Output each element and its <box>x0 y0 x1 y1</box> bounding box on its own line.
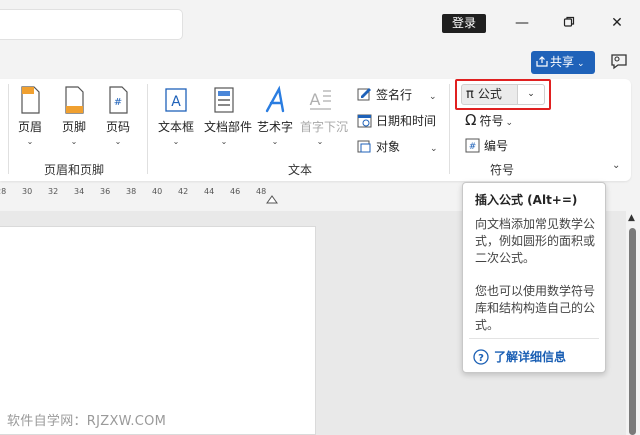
ruler-tick-label: 46 <box>230 187 241 196</box>
share-icon <box>536 56 548 67</box>
omega-icon: Ω <box>465 111 477 129</box>
chevron-down-icon: ⌄ <box>220 137 228 146</box>
quick-parts-button[interactable]: 文档部件 ⌄ <box>204 85 253 147</box>
formula-dropdown-button[interactable]: ⌄ <box>518 84 545 105</box>
ribbon-separator <box>147 84 148 174</box>
chevron-down-icon: ⌄ <box>316 137 324 146</box>
restore-icon[interactable] <box>554 10 584 36</box>
header-label: 页眉 <box>17 120 42 134</box>
page-number-icon: # <box>109 86 128 114</box>
page-number-button[interactable]: # 页码 ⌄ <box>98 85 138 147</box>
login-button[interactable]: 登录 <box>442 14 486 33</box>
scroll-thumb[interactable] <box>629 228 636 435</box>
tooltip-paragraph-2: 您也可以使用数学符号库和结构构造自己的公式。 <box>475 284 596 332</box>
chevron-down-icon: ⌄ <box>430 144 438 154</box>
footer-label: 页脚 <box>61 120 86 134</box>
ruler-tick-label: 28 <box>0 187 7 196</box>
group-label-text: 文本 <box>288 163 313 177</box>
tooltip-divider <box>469 338 599 339</box>
number-icon: # <box>465 138 480 153</box>
object-icon <box>357 140 371 153</box>
search-input[interactable] <box>0 9 183 40</box>
share-label: 共享 <box>550 55 575 69</box>
chevron-down-icon: ⌄ <box>577 59 585 69</box>
date-time-button[interactable]: 日期和时间 <box>357 111 436 131</box>
number-label: 编号 <box>484 139 509 153</box>
numbering-button[interactable]: # 编号 <box>465 136 508 156</box>
wordart-icon <box>265 85 285 113</box>
chevron-down-icon: ⌄ <box>527 89 535 99</box>
text-box-label: 文本框 <box>157 120 194 134</box>
chevron-down-icon: ⌄ <box>26 137 34 146</box>
chevron-down-icon: ⌄ <box>114 137 122 146</box>
signature-line-label: 签名行 <box>376 88 413 102</box>
quick-parts-icon <box>214 87 234 113</box>
learn-more-label: 了解详细信息 <box>494 350 567 364</box>
footer-button[interactable]: 页脚 ⌄ <box>54 85 94 147</box>
chevron-down-icon: ⌄ <box>271 137 279 146</box>
watermark: 软件自学网：RJZXW.COM <box>7 414 167 429</box>
chevron-down-icon: ⌄ <box>505 118 514 128</box>
signature-line-icon <box>357 88 371 101</box>
text-box-button[interactable]: A 文本框 ⌄ <box>156 85 196 147</box>
learn-more-link[interactable]: ? 了解详细信息 <box>473 348 566 365</box>
formula-tooltip: 插入公式 (Alt+=) 向文档添加常见数学公式，例如圆形的面积或二次公式。 您… <box>462 182 606 373</box>
chevron-down-icon: ⌄ <box>70 137 78 146</box>
symbol-button[interactable]: Ω 符号 ⌄ <box>465 110 513 130</box>
comment-icon[interactable] <box>609 52 629 72</box>
ruler-tick-label: 42 <box>178 187 189 196</box>
drop-cap-label: 首字下沉 <box>300 120 349 134</box>
svg-text:?: ? <box>478 353 484 364</box>
help-icon: ? <box>473 349 489 365</box>
object-label: 对象 <box>376 140 401 154</box>
wordart-label: 艺术字 <box>256 120 293 134</box>
indent-marker-icon[interactable] <box>266 195 278 204</box>
pi-icon: π <box>466 87 474 102</box>
ruler-tick-label: 38 <box>126 187 137 196</box>
ribbon-separator <box>8 84 9 174</box>
quick-parts-label: 文档部件 <box>204 120 253 134</box>
svg-text:#: # <box>114 97 122 108</box>
ruler-tick-label: 44 <box>204 187 215 196</box>
text-box-icon: A <box>165 88 187 112</box>
ruler-tick-label: 32 <box>48 187 59 196</box>
collapse-ribbon-icon[interactable]: ⌄ <box>612 160 620 171</box>
ruler-tick-label: 36 <box>100 187 111 196</box>
formula-button[interactable]: π 公式 <box>461 84 518 105</box>
wordart-button[interactable]: 艺术字 ⌄ <box>255 85 295 147</box>
date-time-icon <box>357 114 372 128</box>
page-number-label: 页码 <box>105 120 130 134</box>
chevron-down-icon: ⌄ <box>172 137 180 146</box>
group-label-header-footer: 页眉和页脚 <box>44 163 105 177</box>
footer-icon <box>65 86 84 114</box>
signature-line-button[interactable]: 签名行 ⌄ <box>357 85 437 105</box>
header-icon <box>21 86 40 114</box>
drop-cap-icon: A <box>310 90 331 110</box>
object-button[interactable]: 对象 ⌄ <box>357 137 438 157</box>
ruler-tick-label: 48 <box>256 187 267 196</box>
svg-text:A: A <box>310 90 321 109</box>
share-button[interactable]: 共享 ⌄ <box>531 51 595 74</box>
ruler-tick-label: 30 <box>22 187 33 196</box>
chevron-down-icon: ⌄ <box>429 92 437 102</box>
ruler-tick-label: 34 <box>74 187 85 196</box>
drop-cap-button[interactable]: A 首字下沉 ⌄ <box>300 85 349 147</box>
tooltip-paragraph-1: 向文档添加常见数学公式，例如圆形的面积或二次公式。 <box>475 217 596 265</box>
ruler-tick-label: 40 <box>152 187 163 196</box>
scroll-up-icon[interactable]: ▲ <box>628 213 635 223</box>
tooltip-title: 插入公式 (Alt+=) <box>475 193 578 207</box>
symbol-label: 符号 <box>479 114 504 128</box>
svg-text:A: A <box>171 94 181 110</box>
document-page[interactable] <box>0 226 316 435</box>
svg-text:#: # <box>469 142 477 152</box>
group-label-symbols: 符号 <box>490 163 515 177</box>
header-button[interactable]: 页眉 ⌄ <box>10 85 50 147</box>
minimize-icon[interactable]: — <box>507 10 537 36</box>
horizontal-ruler: 28 30 32 34 36 38 40 42 44 46 48 <box>0 184 272 201</box>
close-icon[interactable]: ✕ <box>602 10 632 36</box>
ribbon-separator <box>449 84 450 174</box>
formula-label: 公式 <box>477 87 502 101</box>
date-time-label: 日期和时间 <box>376 114 437 128</box>
